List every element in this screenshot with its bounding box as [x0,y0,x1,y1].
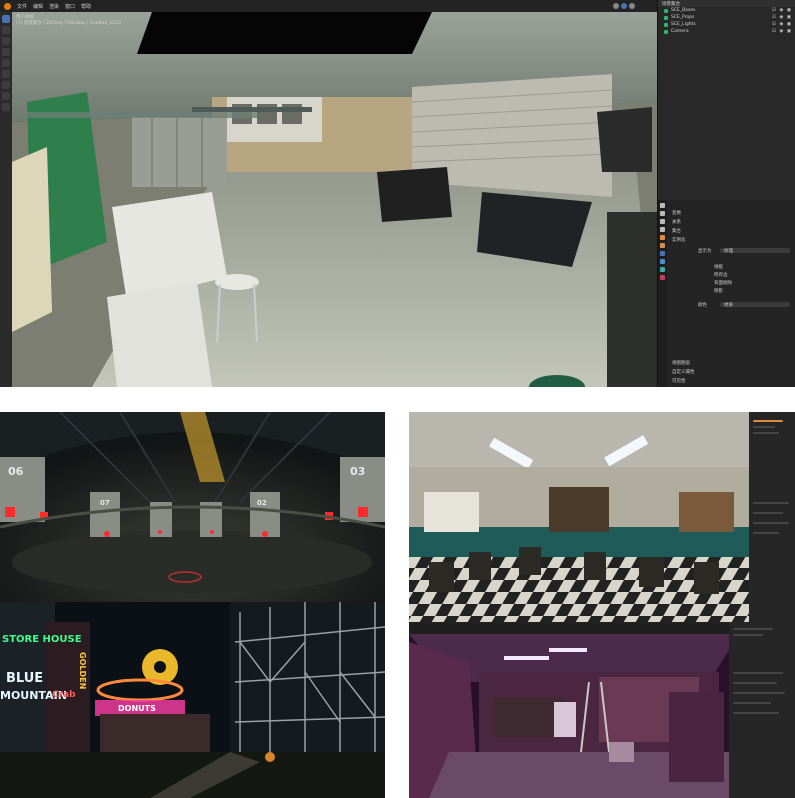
3d-viewport[interactable]: 用户透视 (1) 场景集合 | 2455ay Y.ValvBox | SubBe… [12,12,657,387]
collection-icon [664,8,668,13]
section-visibility[interactable]: 可见性 [672,378,686,384]
neon-sign-golden: GOLDEN [78,652,87,689]
material-tab-icon[interactable] [660,275,665,280]
whiteboard [424,492,479,532]
object-tab-icon[interactable] [660,251,665,256]
visibility-toggles-icon[interactable]: ☑ ◉ ▣ [772,22,792,27]
section-collections[interactable]: 集合 [672,228,681,234]
properties-tabs [658,200,667,387]
cork-board [679,492,734,532]
color-value: 材质 [724,303,733,308]
reactor-label-07: 07 [100,499,110,507]
checkbox-wire[interactable]: 线框 [714,264,723,270]
section-custom-props[interactable]: 自定义属性 [672,369,695,375]
visibility-toggles-icon[interactable]: ☑ ◉ ▣ [772,29,792,34]
menu-render[interactable]: 渲染 [49,3,59,10]
menu-window[interactable]: 窗口 [65,3,75,10]
neon-sign-store-house: STORE HOUSE [2,634,82,645]
viewport-info: (1) 场景集合 | 2455ay Y.ValvBox | SubBed_121… [16,21,121,26]
move-tool-icon[interactable] [2,37,10,45]
outliner-row[interactable]: SCE_Bases ☑ ◉ ▣ [658,7,795,14]
desk [377,167,452,222]
stool [215,274,259,290]
machinery [494,697,564,737]
outliner-title: 场景集合 [662,1,680,7]
outliner-row[interactable]: SCE_Props ☑ ◉ ▣ [658,14,795,21]
outliner-panel: 场景集合 SCE_Bases ☑ ◉ ▣ SCE_Props ☑ ◉ ▣ SCE… [657,0,795,200]
basement-room-render [409,622,795,798]
view-layer-tab-icon[interactable] [660,227,665,232]
checkbox-backface[interactable]: 背面剔除 [714,280,732,286]
wall-tv [597,107,652,172]
hospital-room-render [12,12,657,387]
outliner-item-label: SCE_Lights [671,22,696,27]
select-tool-icon[interactable] [2,15,10,23]
viewport-shading-buttons[interactable] [613,3,635,9]
visibility-toggles-icon[interactable]: ☑ ◉ ▣ [772,8,792,13]
menu-edit[interactable]: 编辑 [33,3,43,10]
visibility-toggles-icon[interactable]: ☑ ◉ ▣ [772,15,792,20]
office-scene [409,412,795,622]
transform-tool-icon[interactable] [2,70,10,78]
neon-street-render: STORE HOUSE BLUE MOUNTAIN GOLDEN DONUTS … [0,602,385,798]
checkbox-shadow[interactable]: 阴影 [714,288,723,294]
reactor-room-render: 06 03 07 02 [0,412,385,602]
blender-window-hospital: 文件 编辑 渲染 窗口 帮助 用户透视 (1) 场景集合 | 2455ay Y.… [0,0,795,387]
outliner-header: 场景集合 [658,0,795,7]
properties-panel: 变换 关系 集合 实例化 显示为 纹理 线框 所有边 背面剔除 阴影 颜色 材质… [657,200,795,387]
reactor-scene: 06 03 07 02 [0,412,385,602]
annotate-tool-icon[interactable] [2,81,10,89]
blender-header [409,622,729,634]
section-transform[interactable]: 变换 [672,210,681,216]
blender-side-panel [749,412,795,622]
tool-tab-icon[interactable] [660,203,665,208]
measure-tool-icon[interactable] [2,92,10,100]
black-ceiling-void [137,12,432,54]
office-room-render [409,412,795,622]
neon-sign-donuts: DONUTS [118,704,156,713]
section-relations[interactable]: 关系 [672,219,681,225]
outliner-item-label: SCE_Bases [671,8,696,13]
collection-icon [664,15,668,20]
modifier-tab-icon[interactable] [660,259,665,264]
outliner-row[interactable]: SCE_Lights ☑ ◉ ▣ [658,21,795,28]
scale-tool-icon[interactable] [2,59,10,67]
fluorescent-light [504,656,549,660]
checkbox-all-edges[interactable]: 所有边 [714,272,728,278]
output-tab-icon[interactable] [660,219,665,224]
reactor-label-06: 06 [8,465,24,478]
lockers [132,117,227,187]
menu-file[interactable]: 文件 [17,3,27,10]
neon-sign-blue: BLUE [6,671,43,686]
color-label: 颜色 [698,303,707,308]
display-as-value: 纹理 [724,249,733,254]
neon-sign-crab: Crab [52,690,76,700]
collection-icon [664,22,668,27]
section-view-layer[interactable]: 视图图层 [672,360,690,366]
outliner-item-label: Camera [671,29,689,34]
outliner-row[interactable]: Camera ☑ ◉ ▣ [658,28,795,35]
blender-logo-icon[interactable] [4,2,11,10]
add-cube-tool-icon[interactable] [2,103,10,111]
outliner-item-label: SCE_Props [671,15,695,20]
viewport-overlay-text: 用户透视 (1) 场景集合 | 2455ay Y.ValvBox | SubBe… [16,15,121,27]
reactor-label-02: 02 [257,499,267,507]
reactor-label-03: 03 [350,465,365,478]
red-warning-light [5,507,15,517]
render-tab-icon[interactable] [660,211,665,216]
menu-help[interactable]: 帮助 [81,3,91,10]
physics-tab-icon[interactable] [660,267,665,272]
camera-icon [664,29,668,34]
street-scene: STORE HOUSE BLUE MOUNTAIN GOLDEN DONUTS … [0,602,385,798]
blender-side-panel [729,622,795,798]
tool-shelf [0,12,12,387]
cursor-tool-icon[interactable] [2,26,10,34]
world-tab-icon[interactable] [660,243,665,248]
rotate-tool-icon[interactable] [2,48,10,56]
display-as-label: 显示为 [698,249,712,254]
scene-tab-icon[interactable] [660,235,665,240]
section-instancing[interactable]: 实例化 [672,237,686,243]
